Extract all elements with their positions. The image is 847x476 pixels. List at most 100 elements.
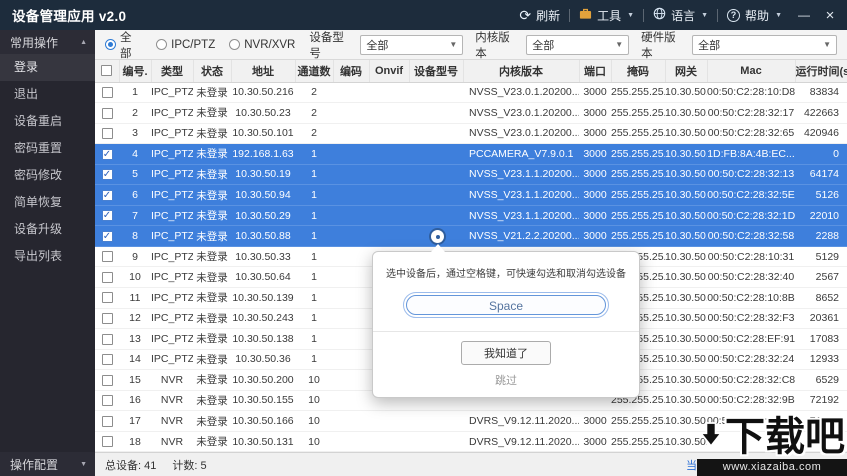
- cell-no: 17: [119, 410, 151, 432]
- cell-enc: [333, 102, 369, 124]
- cell-mac: 00:50:C2:28:10:31: [707, 246, 795, 268]
- row-checkbox[interactable]: [101, 271, 113, 283]
- skip-link[interactable]: 跳过: [373, 372, 639, 388]
- row-checkbox[interactable]: [101, 107, 113, 119]
- cell-gw: 10.30.50.1: [665, 164, 707, 186]
- space-key-button[interactable]: Space: [403, 292, 609, 318]
- cell-addr: 10.30.50.19: [231, 164, 295, 186]
- row-checkbox[interactable]: [101, 128, 113, 140]
- cell-status: 未登录: [193, 205, 231, 227]
- close-button[interactable]: ×: [817, 0, 843, 30]
- cell-enc: [333, 431, 369, 452]
- row-checkbox[interactable]: [101, 395, 113, 407]
- cell-checkbox: [95, 410, 119, 432]
- sidebar-item[interactable]: 密码修改: [0, 162, 95, 189]
- tools-menu-button[interactable]: 工具 ▼: [570, 0, 643, 30]
- sidebar-footer[interactable]: 操作配置 ▼: [0, 452, 95, 476]
- cell-mac: 00:50:C2:28:32:C8: [707, 369, 795, 391]
- row-checkbox[interactable]: [101, 333, 113, 345]
- cell-ch: 1: [295, 287, 333, 309]
- table-row[interactable]: 3 IPC_PTZ 未登录 10.30.50.101 2 NVSS_V23.0.1.202…: [95, 123, 847, 145]
- sidebar-item[interactable]: 设备重启: [0, 108, 95, 135]
- row-checkbox[interactable]: ✓: [101, 230, 113, 242]
- sidebar-group-header[interactable]: 常用操作 ▲: [0, 30, 95, 54]
- table-row[interactable]: ✓ 8 IPC_PTZ 未登录 10.30.50.88 1 NVSS_V21.2.2.202…: [95, 225, 847, 247]
- row-checkbox[interactable]: [101, 415, 113, 427]
- cell-enc: [333, 349, 369, 371]
- table-row[interactable]: ✓ 4 IPC_PTZ 未登录 192.168.1.63 1 PCCAMERA_V7.9.0…: [95, 143, 847, 165]
- cell-type: IPC_PTZ: [151, 184, 193, 206]
- column-header-10[interactable]: 端口: [579, 60, 612, 83]
- toolbox-icon: [579, 8, 592, 23]
- cell-ch: 2: [295, 123, 333, 145]
- table-row[interactable]: ✓ 5 IPC_PTZ 未登录 10.30.50.19 1 NVSS_V23.1.1.202…: [95, 164, 847, 186]
- column-header-5[interactable]: 通道数: [295, 60, 334, 83]
- column-header-2[interactable]: 类型: [151, 60, 194, 83]
- space-key-label: Space: [406, 295, 606, 315]
- cell-model: [409, 410, 463, 432]
- cell-checkbox: ✓: [95, 184, 119, 206]
- cell-checkbox: [95, 308, 119, 330]
- sidebar-item[interactable]: 导出列表: [0, 243, 95, 270]
- row-checkbox[interactable]: [101, 374, 113, 386]
- row-checkbox[interactable]: ✓: [101, 148, 113, 160]
- column-header-11[interactable]: 掩码: [611, 60, 666, 83]
- sidebar-item[interactable]: 退出: [0, 81, 95, 108]
- sidebar-item[interactable]: 简单恢复: [0, 189, 95, 216]
- chevron-down-icon: ▼: [823, 40, 832, 49]
- minimize-button[interactable]: —: [791, 0, 817, 30]
- sidebar-item[interactable]: 密码重置: [0, 135, 95, 162]
- row-checkbox[interactable]: [101, 354, 113, 366]
- select-all-checkbox[interactable]: [101, 65, 113, 77]
- column-header-9[interactable]: 内核版本: [463, 60, 580, 83]
- column-header-7[interactable]: Onvif: [369, 60, 410, 83]
- cell-kernel: NVSS_V23.1.1.20200...: [463, 164, 579, 186]
- column-header-4[interactable]: 地址: [231, 60, 296, 83]
- column-header-3[interactable]: 状态: [193, 60, 232, 83]
- got-it-button[interactable]: 我知道了: [461, 341, 551, 365]
- row-checkbox[interactable]: ✓: [101, 169, 113, 181]
- cell-checkbox: [95, 266, 119, 288]
- cell-no: 18: [119, 431, 151, 452]
- cell-enc: [333, 143, 369, 165]
- row-checkbox[interactable]: [101, 86, 113, 98]
- cell-run: 17083: [795, 328, 847, 350]
- cell-mask: 255.255.25...: [611, 184, 665, 206]
- row-checkbox[interactable]: [101, 251, 113, 263]
- table-row[interactable]: 2 IPC_PTZ 未登录 10.30.50.23 2 NVSS_V23.0.1.2020…: [95, 102, 847, 124]
- row-checkbox[interactable]: ✓: [101, 189, 113, 201]
- table-row[interactable]: ✓ 6 IPC_PTZ 未登录 10.30.50.94 1 NVSS_V23.1.1.202…: [95, 184, 847, 206]
- row-checkbox[interactable]: ✓: [101, 210, 113, 222]
- table-row[interactable]: 1 IPC_PTZ 未登录 10.30.50.216 2 NVSS_V23.0.1.202…: [95, 82, 847, 104]
- row-checkbox[interactable]: [101, 292, 113, 304]
- language-menu-button[interactable]: 语言 ▼: [644, 0, 717, 30]
- cell-run: 83834: [795, 82, 847, 104]
- column-header-13[interactable]: Mac: [707, 60, 796, 83]
- column-header-8[interactable]: 设备型号: [409, 60, 464, 83]
- watermark-url: www.xiazaiba.com: [697, 459, 847, 476]
- column-header-1[interactable]: 编号.: [119, 60, 152, 83]
- radio-icon: [105, 39, 116, 50]
- select-all-header[interactable]: [95, 60, 120, 83]
- table-row[interactable]: ✓ 7 IPC_PTZ 未登录 10.30.50.29 1 NVSS_V23.1.1.202…: [95, 205, 847, 227]
- sidebar-item[interactable]: 设备升级: [0, 216, 95, 243]
- watermark: 下载吧 www.xiazaiba.com: [697, 417, 847, 476]
- model-filter-select[interactable]: 全部 ▼: [360, 34, 464, 55]
- column-header-12[interactable]: 网关: [665, 60, 708, 83]
- radio-all[interactable]: 全部: [105, 29, 142, 61]
- help-menu-button[interactable]: ? 帮助 ▼: [718, 0, 791, 30]
- column-header-14[interactable]: 运行时间(s): [795, 60, 847, 83]
- radio-ipc-ptz[interactable]: IPC/PTZ: [156, 39, 215, 51]
- refresh-button[interactable]: ⟳ 刷新: [510, 0, 569, 30]
- sidebar-item[interactable]: 登录: [0, 54, 95, 81]
- column-header-6[interactable]: 编码: [333, 60, 370, 83]
- cell-checkbox: ✓: [95, 205, 119, 227]
- row-checkbox[interactable]: [101, 436, 113, 448]
- hardware-filter-select[interactable]: 全部 ▼: [692, 34, 838, 55]
- kernel-filter-select[interactable]: 全部 ▼: [526, 34, 630, 55]
- radio-nvr-xvr[interactable]: NVR/XVR: [229, 39, 295, 51]
- sidebar-footer-label: 操作配置: [10, 457, 59, 472]
- row-checkbox[interactable]: [101, 313, 113, 324]
- cell-type: IPC_PTZ: [151, 308, 193, 330]
- refresh-icon: ⟳: [519, 7, 532, 23]
